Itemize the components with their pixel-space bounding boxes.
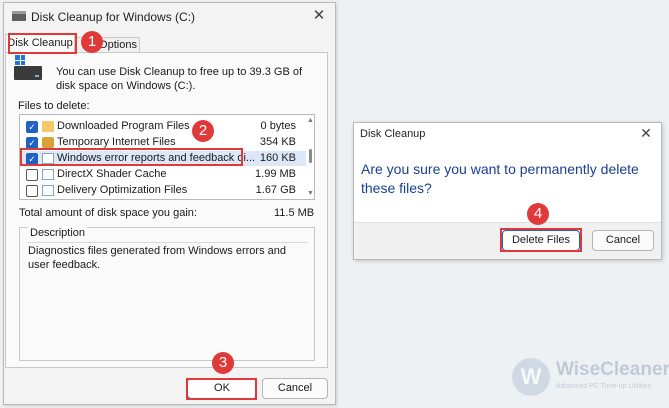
file-name: Temporary Internet Files bbox=[57, 136, 176, 148]
scroll-thumb[interactable] bbox=[309, 149, 312, 163]
title-bar[interactable]: Disk Cleanup for Windows (C:) ✕ bbox=[4, 3, 335, 29]
list-item[interactable]: Delivery Optimization Files 1.67 GB bbox=[20, 183, 306, 198]
total-space-value: 11.5 MB bbox=[274, 207, 315, 219]
highlight-error-reports-row bbox=[20, 148, 243, 166]
drive-icon bbox=[14, 55, 42, 80]
description-group: Description Diagnostics files generated … bbox=[19, 227, 315, 361]
file-name: Downloaded Program Files bbox=[57, 120, 190, 132]
highlight-disk-cleanup-tab bbox=[8, 33, 77, 54]
highlight-delete-files-button bbox=[500, 228, 582, 252]
file-size: 160 KB bbox=[259, 152, 296, 164]
folder-icon bbox=[42, 121, 54, 132]
file-size: 354 KB bbox=[259, 136, 296, 148]
description-text: Diagnostics files generated from Windows… bbox=[28, 245, 287, 271]
highlight-ok-button bbox=[186, 378, 257, 400]
scrollbar[interactable]: ▲ ▼ bbox=[307, 117, 314, 197]
scroll-down-icon[interactable]: ▼ bbox=[307, 190, 314, 197]
windows-logo-icon bbox=[15, 55, 25, 65]
watermark-name: WiseCleaner bbox=[556, 359, 669, 380]
disk-cleanup-app-icon bbox=[12, 11, 26, 21]
step-badge: 2 bbox=[192, 120, 214, 142]
close-icon[interactable]: ✕ bbox=[637, 124, 655, 142]
wisecleaner-logo-icon: W bbox=[512, 358, 550, 396]
file-size: 0 bytes bbox=[260, 120, 296, 132]
checkbox[interactable]: ✓ bbox=[26, 121, 38, 133]
close-icon[interactable]: ✕ bbox=[309, 7, 329, 25]
list-item[interactable]: ✓ Downloaded Program Files 0 bytes bbox=[20, 119, 306, 134]
dialog-title: Disk Cleanup bbox=[360, 128, 426, 140]
step-badge: 4 bbox=[527, 203, 549, 225]
page-icon bbox=[42, 185, 54, 196]
step-badge: 3 bbox=[212, 352, 234, 374]
wisecleaner-watermark: W WiseCleaner Advanced PC Tune-up Utilit… bbox=[512, 356, 669, 400]
checkbox[interactable] bbox=[26, 185, 38, 197]
intro-text: You can use Disk Cleanup to free up to 3… bbox=[56, 66, 303, 92]
watermark-tagline: Advanced PC Tune-up Utilities bbox=[556, 383, 651, 390]
window-title: Disk Cleanup for Windows (C:) bbox=[31, 10, 196, 24]
file-size: 1.99 MB bbox=[255, 168, 296, 180]
description-legend: Description bbox=[28, 227, 88, 239]
file-size: 1.67 GB bbox=[255, 184, 296, 196]
checkbox[interactable] bbox=[26, 169, 38, 181]
step-badge: 1 bbox=[81, 31, 103, 53]
page-icon bbox=[42, 169, 54, 180]
dialog-cancel-button[interactable]: Cancel bbox=[592, 230, 654, 251]
scroll-up-icon[interactable]: ▲ bbox=[307, 117, 314, 124]
list-item[interactable]: DirectX Shader Cache 1.99 MB bbox=[20, 167, 306, 182]
total-space-label: Total amount of disk space you gain: bbox=[19, 207, 197, 219]
confirm-question: Are you sure you want to permanently del… bbox=[361, 161, 639, 196]
files-to-delete-label: Files to delete: bbox=[18, 100, 90, 112]
file-name: DirectX Shader Cache bbox=[57, 168, 167, 180]
cancel-button[interactable]: Cancel bbox=[262, 378, 328, 399]
file-name: Delivery Optimization Files bbox=[57, 184, 188, 196]
lock-icon bbox=[42, 137, 54, 148]
